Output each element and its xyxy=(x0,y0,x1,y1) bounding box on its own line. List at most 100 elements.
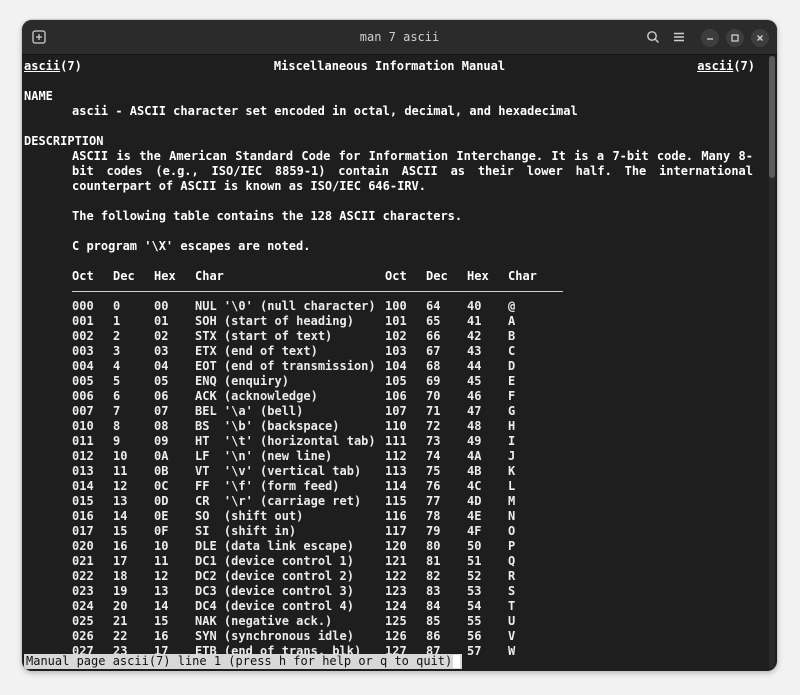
table-cell: 04 xyxy=(154,359,169,373)
table-cell: 19 xyxy=(113,584,128,598)
table-cell: 0D xyxy=(154,494,169,508)
table-cell: 105 xyxy=(385,374,407,388)
table-cell: 023 xyxy=(72,584,94,598)
table-cell: 05 xyxy=(154,374,169,388)
table-cell: 47 xyxy=(467,404,482,418)
terminal-content[interactable]: ascii(7) Miscellaneous Information Manua… xyxy=(22,55,767,671)
table-cell: 22 xyxy=(113,629,128,643)
table-cell: 52 xyxy=(467,569,482,583)
description-paragraph-3: C program '\X' escapes are noted. xyxy=(72,239,311,253)
table-cell: B xyxy=(508,329,516,343)
table-cell: 005 xyxy=(72,374,94,388)
table-cell: 42 xyxy=(467,329,482,343)
table-cell: 02 xyxy=(154,329,169,343)
table-cell: 003 xyxy=(72,344,94,358)
table-cell: FF '\f' (form feed) xyxy=(195,479,340,493)
table-row: 017 15 0F SI (shift in) 117 79 4F O xyxy=(72,524,563,539)
table-cell: SOH (start of heading) xyxy=(195,314,354,328)
table-cell: 13 xyxy=(154,584,169,598)
table-cell: 103 xyxy=(385,344,407,358)
table-cell: 55 xyxy=(467,614,482,628)
table-cell: 11 xyxy=(113,464,128,478)
ascii-table: Oct Dec Hex Char Oct Dec Hex Char 000 0 00… xyxy=(72,269,563,659)
table-cell: 004 xyxy=(72,359,94,373)
table-cell: H xyxy=(508,419,516,433)
table-row: 022 18 12 DC2 (device control 2) 122 82 52 R xyxy=(72,569,563,584)
table-cell: 13 xyxy=(113,494,128,508)
table-cell: 07 xyxy=(154,404,169,418)
column-header: Hex xyxy=(154,269,176,283)
table-cell: 48 xyxy=(467,419,482,433)
table-cell: 102 xyxy=(385,329,407,343)
column-header: Char xyxy=(195,269,224,283)
search-icon[interactable] xyxy=(644,28,662,46)
table-cell: 024 xyxy=(72,599,94,613)
table-cell: 001 xyxy=(72,314,94,328)
table-cell: 007 xyxy=(72,404,94,418)
table-cell: 4B xyxy=(467,464,482,478)
table-cell: ENQ (enquiry) xyxy=(195,374,289,388)
table-cell: 2 xyxy=(113,329,121,343)
table-row: 005 5 05 ENQ (enquiry) 105 69 45 E xyxy=(72,374,563,389)
table-cell: 66 xyxy=(426,329,441,343)
table-row: 023 19 13 DC3 (device control 3) 123 83 53 S xyxy=(72,584,563,599)
table-cell: 00 xyxy=(154,299,169,313)
table-cell: 03 xyxy=(154,344,169,358)
table-cell: DLE (data link escape) xyxy=(195,539,354,553)
table-cell: 16 xyxy=(113,539,128,553)
table-cell: 85 xyxy=(426,614,441,628)
table-cell: 09 xyxy=(154,434,169,448)
table-cell: R xyxy=(508,569,516,583)
maximize-icon[interactable] xyxy=(726,29,744,47)
table-cell: NUL '\0' (null character) xyxy=(195,299,376,313)
table-cell: SYN (synchronous idle) xyxy=(195,629,354,643)
table-cell: 107 xyxy=(385,404,407,418)
scrollbar[interactable] xyxy=(769,56,775,668)
column-header: Oct xyxy=(72,269,94,283)
table-cell: 6 xyxy=(113,389,121,403)
table-cell: 54 xyxy=(467,599,482,613)
menu-icon[interactable] xyxy=(670,28,688,46)
description-paragraph-1: ASCII is the American Standard Code for … xyxy=(72,149,753,193)
table-cell: 44 xyxy=(467,359,482,373)
table-cell: 006 xyxy=(72,389,94,403)
table-cell: D xyxy=(508,359,516,373)
table-row: 024 20 14 DC4 (device control 4) 124 84 54 T xyxy=(72,599,563,614)
minimize-icon[interactable] xyxy=(701,29,719,47)
table-cell: @ xyxy=(508,299,516,313)
table-cell: 4F xyxy=(467,524,482,538)
table-cell: ETX (end of text) xyxy=(195,344,318,358)
header-left: ascii(7) xyxy=(24,59,82,73)
table-cell: 017 xyxy=(72,524,94,538)
table-row: 026 22 16 SYN (synchronous idle) 126 86 56 V xyxy=(72,629,563,644)
table-cell: 111 xyxy=(385,434,407,448)
table-cell: 5 xyxy=(113,374,121,388)
table-cell: 10 xyxy=(113,449,128,463)
table-row: 016 14 0E SO (shift out) 116 78 4E N xyxy=(72,509,563,524)
table-cell: 69 xyxy=(426,374,441,388)
scroll-thumb[interactable] xyxy=(769,56,775,179)
table-cell: 4 xyxy=(113,359,121,373)
close-icon[interactable] xyxy=(751,29,769,47)
table-cell: 020 xyxy=(72,539,94,553)
table-cell: 16 xyxy=(154,629,169,643)
table-cell: SI (shift in) xyxy=(195,524,297,538)
table-cell: 8 xyxy=(113,419,121,433)
table-cell: 20 xyxy=(113,599,128,613)
column-header: Dec xyxy=(113,269,135,283)
table-cell: STX (start of text) xyxy=(195,329,333,343)
table-cell: 114 xyxy=(385,479,407,493)
table-cell: 0A xyxy=(154,449,169,463)
table-cell: LF '\n' (new line) xyxy=(195,449,333,463)
table-cell: A xyxy=(508,314,516,328)
table-cell: 0C xyxy=(154,479,169,493)
table-row: 000 0 00 NUL '\0' (null character) 100 64 40 @ xyxy=(72,299,563,314)
table-cell: 7 xyxy=(113,404,121,418)
table-cell: 4D xyxy=(467,494,482,508)
table-cell: 010 xyxy=(72,419,94,433)
table-row: 003 3 03 ETX (end of text) 103 67 43 C xyxy=(72,344,563,359)
table-cell: 123 xyxy=(385,584,407,598)
table-cell: F xyxy=(508,389,516,403)
text-cursor xyxy=(453,655,461,668)
table-cell: 49 xyxy=(467,434,482,448)
